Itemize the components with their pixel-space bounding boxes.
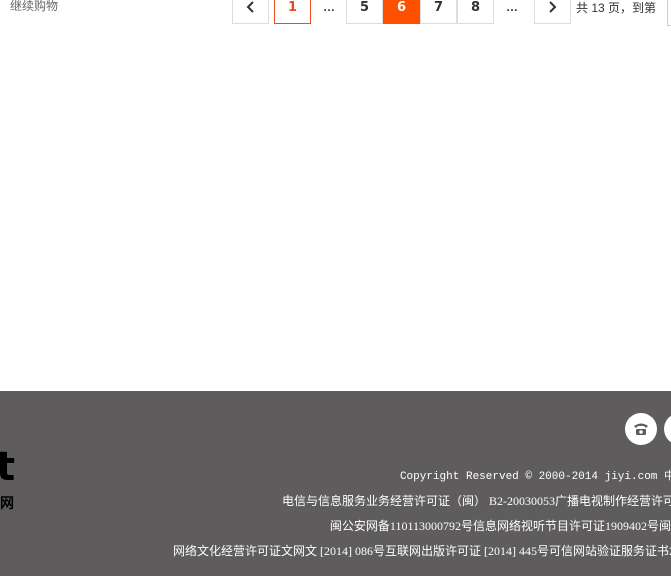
page-8-button[interactable]: 8 [457, 0, 494, 24]
page-5-button[interactable]: 5 [346, 0, 383, 24]
chevron-right-icon [549, 1, 557, 13]
footer-logo: t [0, 444, 16, 490]
pagination-ellipsis: … [323, 0, 335, 14]
license-line-1: 电信与信息服务业务经营许可证（闽） B2-20030053广播电视制作经营许可 [281, 494, 671, 508]
prev-page-button[interactable] [232, 0, 269, 24]
footer-logo-sub: 网 [0, 496, 14, 512]
footer: t 网 Copyright Reserved © 2000-2014 jiyi.… [0, 391, 671, 576]
license-line-2: 闽公安网备110113000792号信息网络视听节目许可证1909402号闽I [329, 519, 671, 533]
phone-glyph [634, 423, 648, 435]
pagination-ellipsis: … [506, 0, 518, 14]
continue-shopping-link[interactable]: 继续购物 [10, 0, 58, 14]
goto-page-input[interactable] [667, 0, 671, 26]
page-1-button[interactable]: 1 [274, 0, 311, 24]
next-page-button[interactable] [534, 0, 571, 24]
chevron-left-icon [246, 1, 254, 13]
total-pages-text: 共 13 页，到第 [576, 1, 657, 15]
circle-icon[interactable] [664, 413, 671, 445]
license-line-3: 网络文化经营许可证文网文 [2014] 086号互联网出版许可证 [2014] … [173, 544, 671, 558]
copyright-text: Copyright Reserved © 2000-2014 jiyi.com … [399, 471, 671, 483]
page-7-button[interactable]: 7 [420, 0, 457, 24]
page-6-button[interactable]: 6 [383, 0, 420, 24]
phone-icon[interactable] [625, 413, 657, 445]
